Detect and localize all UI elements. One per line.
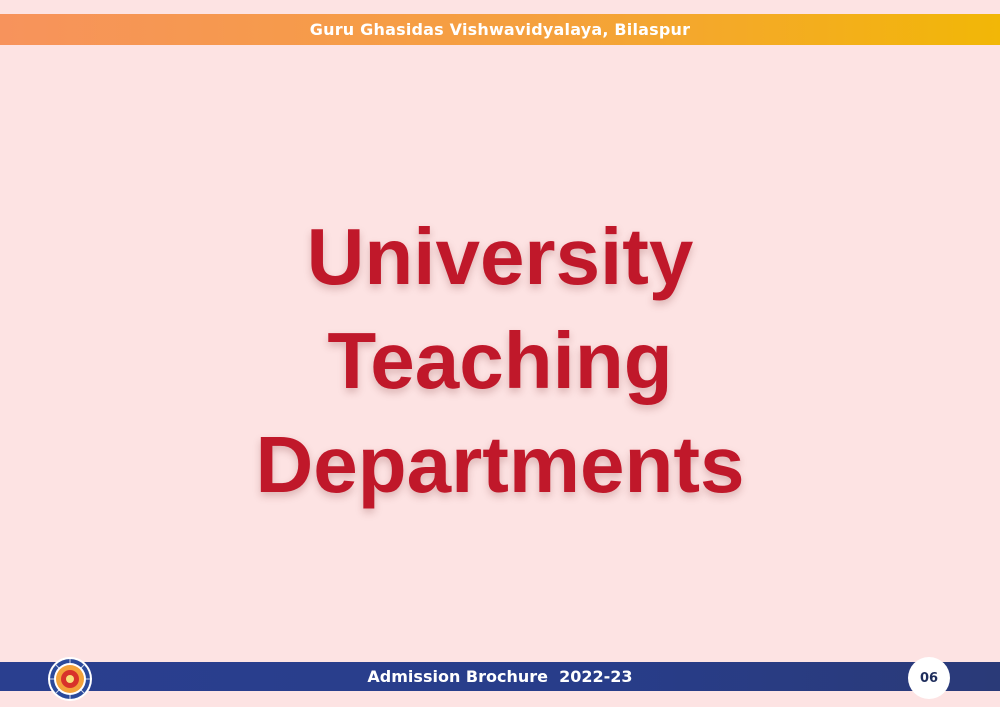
page-number: 06 [908,657,950,699]
title-line-3: Departments [255,420,745,509]
title-line-2: Teaching [327,316,673,405]
brochure-label: Admission Brochure 2022-23 [367,667,633,686]
header-band: Guru Ghasidas Vishwavidyalaya, Bilaspur [0,14,1000,45]
page-title: University Teaching Departments [0,205,1000,517]
university-name: Guru Ghasidas Vishwavidyalaya, Bilaspur [309,20,691,39]
footer-band: Admission Brochure 2022-23 [0,662,1000,691]
university-seal-icon [48,657,92,701]
title-line-1: University [306,212,694,301]
